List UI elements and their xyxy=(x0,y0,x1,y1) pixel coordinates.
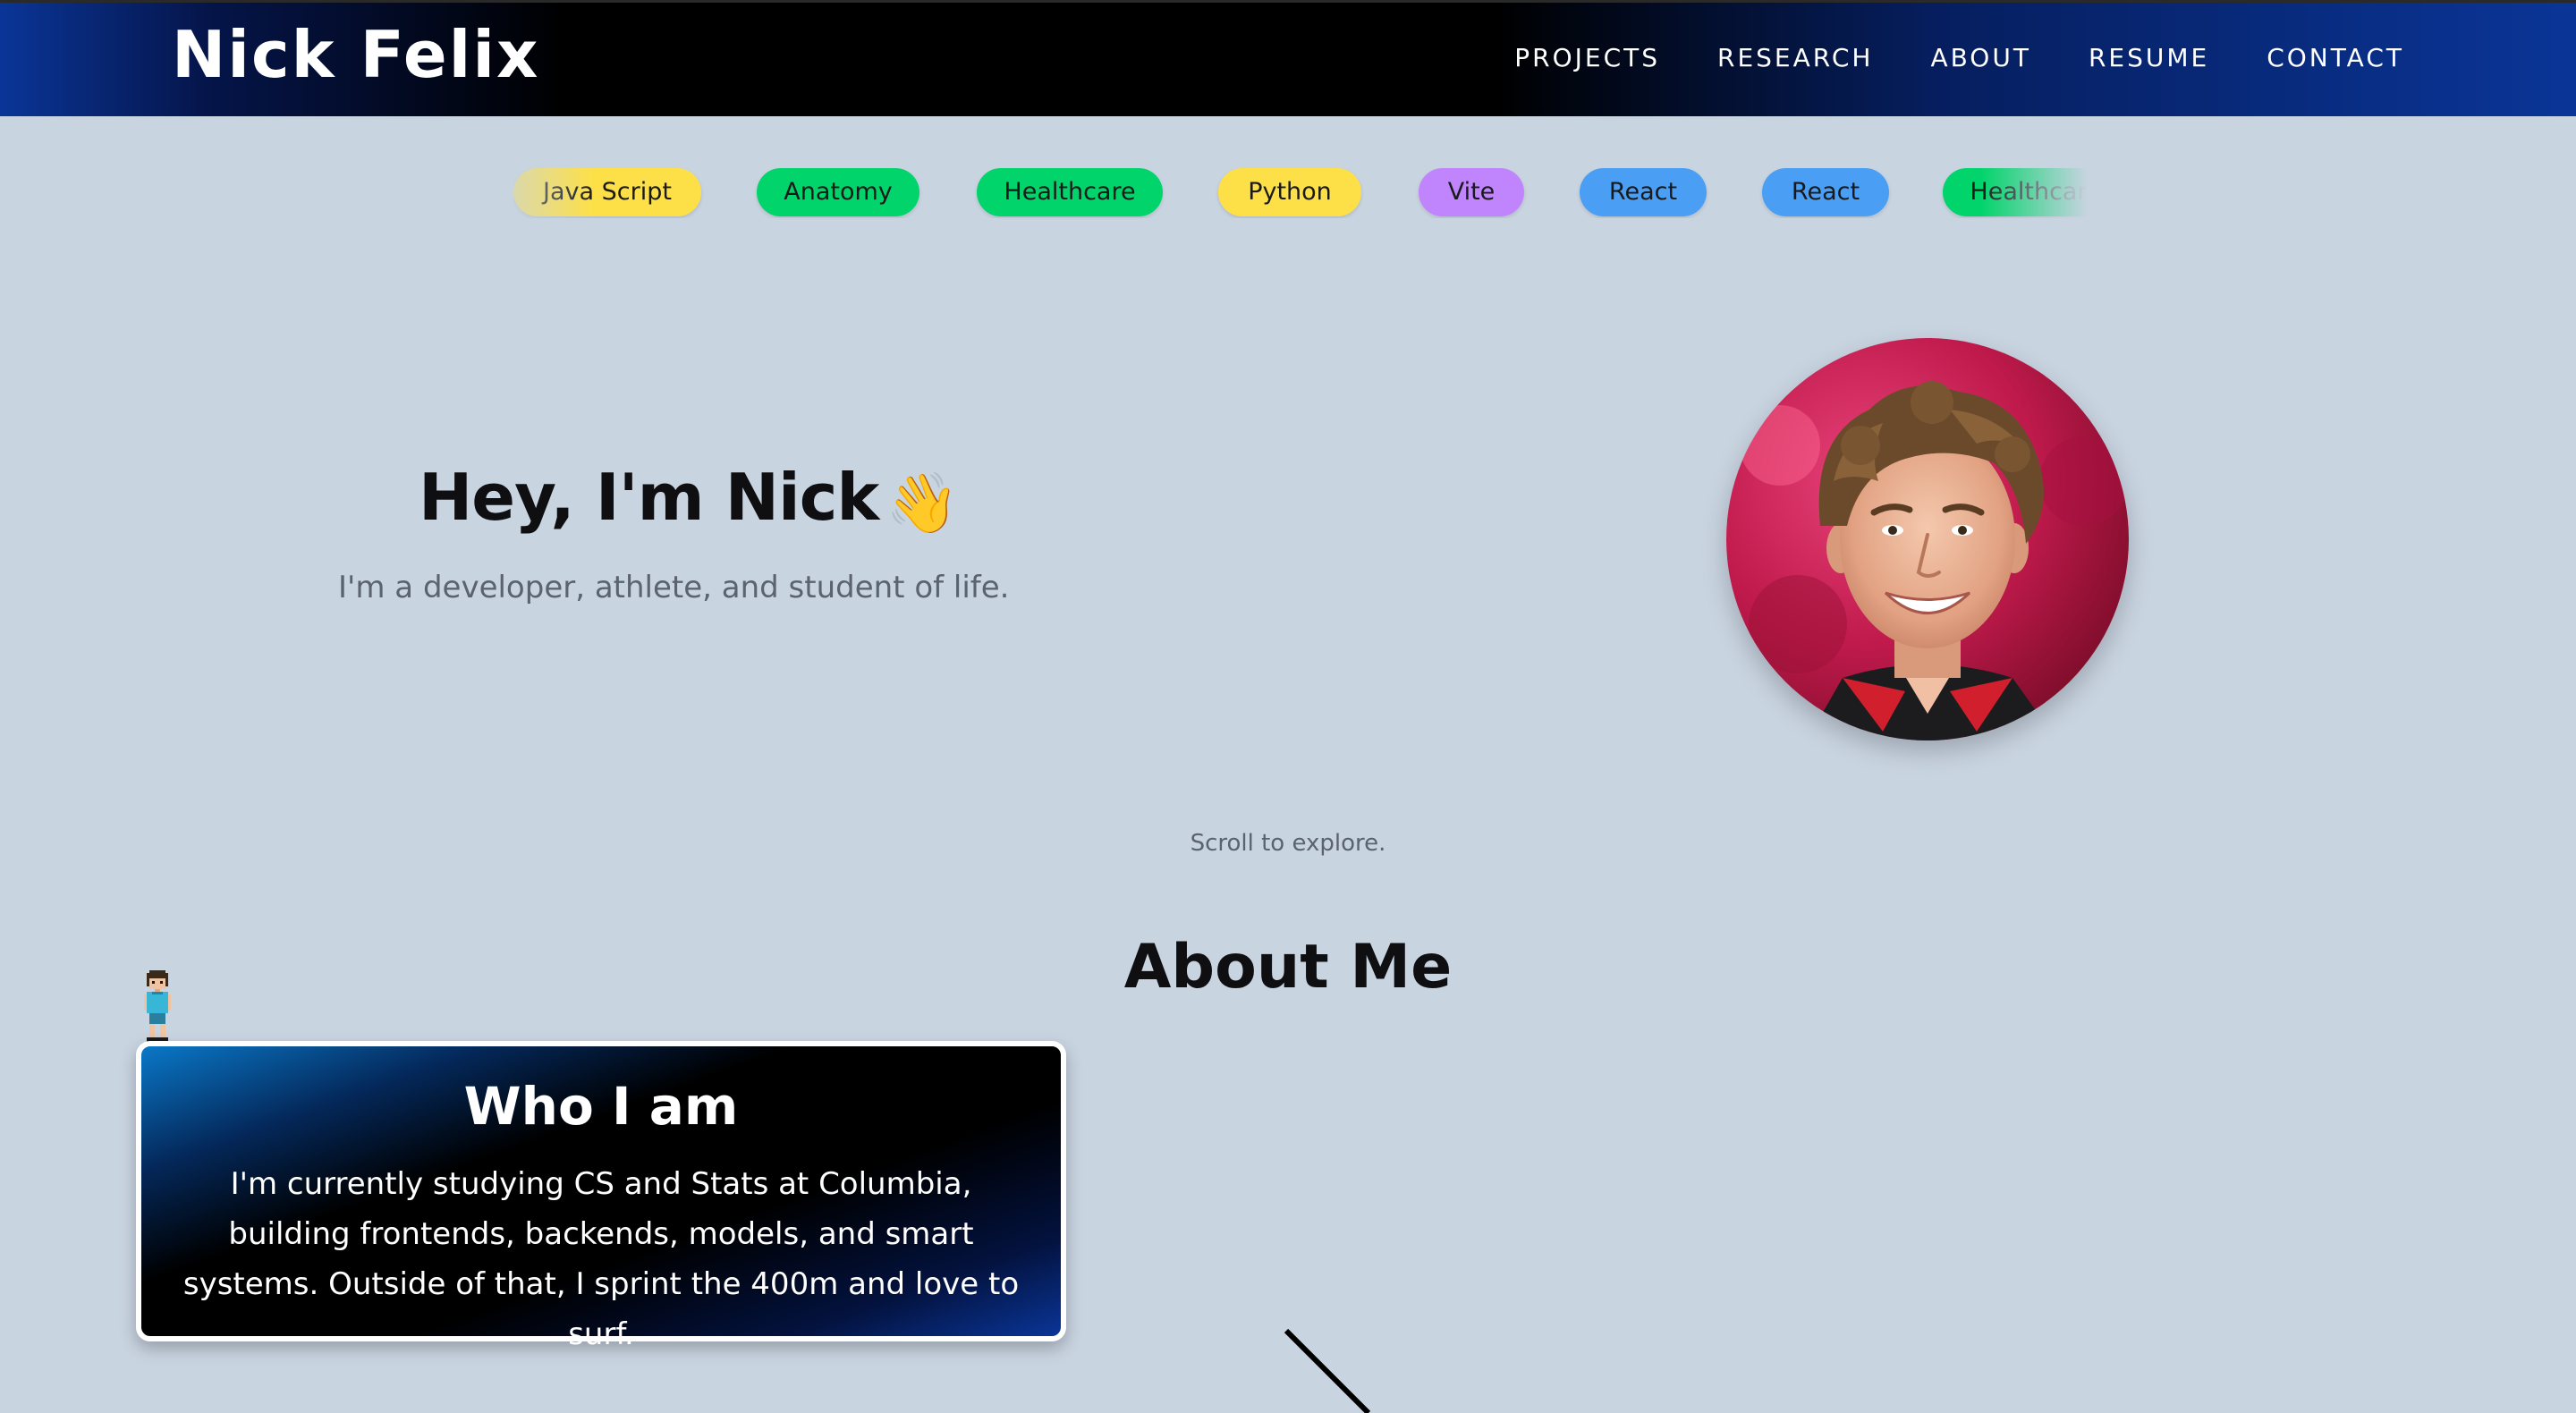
skill-tag: React xyxy=(1762,168,1889,216)
skill-tag: Healthcare xyxy=(1943,168,2088,216)
site-header: Nick Felix PROJECTS RESEARCH ABOUT RESUM… xyxy=(0,0,2576,116)
card-body: I'm currently studying CS and Stats at C… xyxy=(182,1166,1020,1352)
skill-tag-marquee: Java Script Anatomy Healthcare Python Vi… xyxy=(513,168,2088,218)
decorative-line xyxy=(1284,1328,1371,1413)
profile-photo xyxy=(1726,338,2129,740)
skill-tag: Java Script xyxy=(513,168,701,216)
skill-tag: Anatomy xyxy=(757,168,919,216)
skill-tag: Python xyxy=(1218,168,1361,216)
waving-hand-icon: 👋 xyxy=(886,469,959,537)
nav-link-contact[interactable]: CONTACT xyxy=(2267,46,2404,71)
nav-link-about[interactable]: ABOUT xyxy=(1930,46,2031,71)
skill-tag: Healthcare xyxy=(977,168,1163,216)
who-i-am-card: Who I am I'm currently studying CS and S… xyxy=(136,1041,1066,1352)
skill-tag: React xyxy=(1580,168,1707,216)
hero-title-text: Hey, I'm Nick xyxy=(419,460,879,535)
skill-tag: Vite xyxy=(1419,168,1524,216)
pixel-runner-sprite xyxy=(141,969,174,1046)
main-nav: PROJECTS RESEARCH ABOUT RESUME CONTACT xyxy=(1457,46,2404,71)
card-title: Who I am xyxy=(463,1076,739,1137)
nav-link-research[interactable]: RESEARCH xyxy=(1717,46,1873,71)
about-heading: About Me xyxy=(1123,932,1453,1003)
nav-link-projects[interactable]: PROJECTS xyxy=(1514,46,1660,71)
nav-link-resume[interactable]: RESUME xyxy=(2089,46,2209,71)
scroll-hint: Scroll to explore. xyxy=(1190,830,1386,857)
hero-title: Hey, I'm Nick 👋 xyxy=(419,465,959,537)
hero-subtitle: I'm a developer, athlete, and student of… xyxy=(338,570,1010,605)
site-brand[interactable]: Nick Felix xyxy=(172,22,539,87)
